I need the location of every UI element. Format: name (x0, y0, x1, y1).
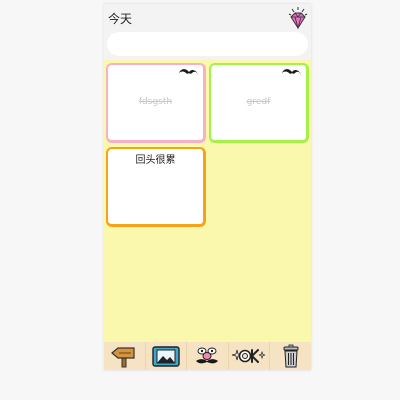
photo-frame-icon (152, 346, 180, 367)
face-button[interactable] (187, 342, 229, 370)
mustache-icon (179, 69, 199, 77)
page-title: 今天 (108, 12, 133, 26)
note-card[interactable]: gredf (209, 63, 309, 143)
ok-sparkle-icon (231, 349, 266, 363)
note-text: fdsgsth (138, 97, 173, 107)
note-text: gredf (246, 97, 271, 107)
ok-button[interactable] (228, 342, 271, 370)
note-card[interactable]: 回头很累 (106, 147, 206, 227)
diamond-icon[interactable] (287, 6, 309, 30)
note-card[interactable]: fdsgsth (106, 63, 206, 143)
mustache-icon (282, 69, 302, 77)
note-text: 回头很累 (135, 155, 176, 166)
funny-face-icon (196, 347, 219, 364)
back-signpost-icon (111, 347, 135, 368)
notes-board: fdsgsth gredf 回头很累 (104, 60, 311, 342)
app-window: 今天 fdsgsth gredf 回头很累 (104, 4, 311, 370)
back-button[interactable] (104, 342, 146, 370)
header: 今天 (104, 4, 311, 60)
search-bar[interactable] (107, 32, 308, 56)
photo-button[interactable] (145, 342, 188, 370)
trash-icon (283, 344, 299, 368)
delete-button[interactable] (270, 342, 311, 370)
bottom-toolbar (104, 342, 311, 370)
